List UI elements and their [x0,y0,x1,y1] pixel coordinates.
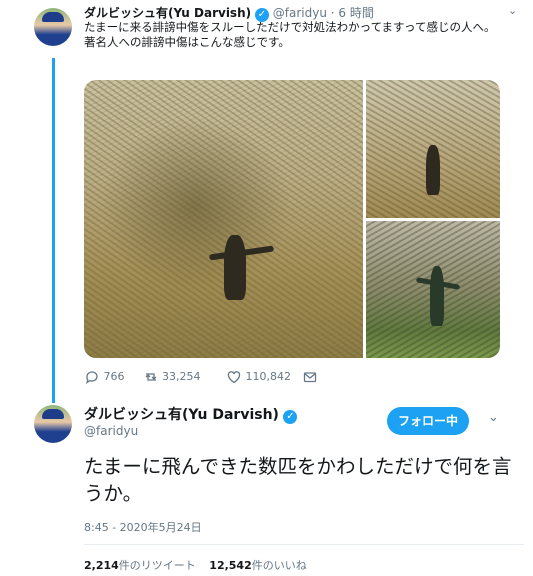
photo-figure [430,266,444,326]
tweet-text-line: 著名人への誹謗中傷はこんな感じです。 [84,35,290,49]
reply-icon [85,371,98,384]
handle[interactable]: @faridyu [84,424,138,438]
heart-icon [227,371,241,384]
tweet-stats: 2,214件のリツイート 12,542件のいいね [84,557,307,573]
tweet-timestamp[interactable]: 8:45 - 2020年5月24日 [84,519,202,535]
timestamp[interactable]: · 6 時間 [331,6,374,20]
divider [84,544,524,545]
retweet-action[interactable]: 33,254 [143,369,223,385]
like-count: 110,842 [245,370,292,383]
retweet-stat[interactable]: 2,214件のリツイート [84,559,199,572]
photo-figure [224,235,246,300]
avatar[interactable] [34,405,72,443]
tweet2-header: ダルビッシュ有(Yu Darvish) ✓ [84,404,298,424]
tweet-text-line: たまーに来る誹謗中傷をスルーしただけで対処法わかってますって感じの人へ。 [84,20,496,34]
like-stat-label: 件のいいね [251,559,307,572]
like-stat[interactable]: 12,542件のいいね [209,559,306,572]
tweet2-text: たまーに飛んできた数匹をかわしただけで何を言うか。 [84,455,512,505]
media-photo-bottom-right[interactable] [366,221,500,358]
handle[interactable]: @faridyu [273,6,327,20]
retweet-count: 33,254 [162,370,201,383]
avatar-cap-shape [42,12,64,22]
reply-count: 766 [103,370,125,383]
chevron-down-icon[interactable]: ⌄ [488,410,499,425]
verified-icon: ✓ [283,410,298,424]
avatar-cap-shape [42,409,64,419]
tweet-actions: 766 33,254 110,842 [84,369,318,385]
thread-connector-line [52,58,55,403]
avatar[interactable] [34,8,72,46]
like-stat-count: 12,542 [209,559,252,572]
message-action[interactable] [302,369,318,385]
media-photo-main[interactable] [84,80,363,358]
media-photo-top-right[interactable] [366,80,500,218]
display-name[interactable]: ダルビッシュ有(Yu Darvish) [84,407,279,423]
reply-action[interactable]: 766 [84,369,139,385]
following-button[interactable]: フォロー中 [387,407,469,435]
retweet-stat-label: 件のリツイート [118,559,196,572]
envelope-icon [303,372,316,383]
photo-figure [426,145,440,195]
media-grid [84,80,500,358]
like-action[interactable]: 110,842 [226,369,298,385]
tweet1-text: たまーに来る誹謗中傷をスルーしただけで対処法わかってますって感じの人へ。 著名人… [84,20,514,50]
retweet-stat-count: 2,214 [84,559,119,572]
retweet-icon [145,373,156,381]
display-name[interactable]: ダルビッシュ有(Yu Darvish) [84,6,251,20]
chevron-down-icon[interactable]: ⌄ [508,4,517,17]
